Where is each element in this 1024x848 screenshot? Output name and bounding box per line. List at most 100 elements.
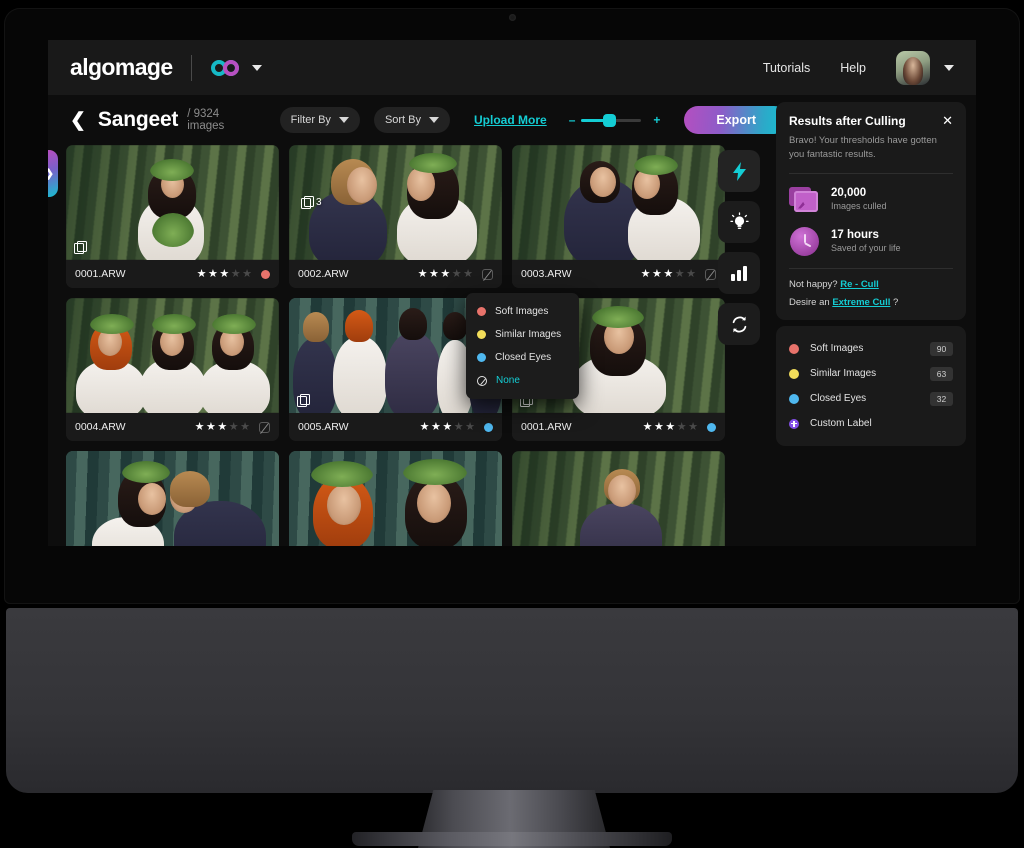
star-rating[interactable]: ★ ★ ★ ★ ★: [197, 268, 252, 280]
close-icon[interactable]: ✕: [942, 114, 953, 127]
file-name: 0003.ARW: [521, 268, 572, 280]
star-icon[interactable]: ★: [440, 268, 450, 280]
filter-by-dropdown[interactable]: Filter By: [279, 107, 360, 133]
star-icon[interactable]: ★: [229, 421, 239, 433]
photo-thumbnail[interactable]: [66, 451, 279, 546]
photo-grid[interactable]: 0001.ARW ★ ★ ★ ★ ★ 3 0002.ARW ★ ★ ★ ★ ★ …: [66, 145, 736, 546]
zoom-in-button[interactable]: +: [653, 113, 660, 127]
star-icon[interactable]: ★: [217, 421, 227, 433]
star-icon[interactable]: ★: [431, 421, 441, 433]
extreme-cull-link[interactable]: Extreme Cull: [832, 297, 890, 308]
star-icon[interactable]: ★: [429, 268, 439, 280]
table-row[interactable]: [66, 451, 279, 546]
photo-shape: [443, 312, 467, 340]
star-icon[interactable]: ★: [418, 268, 428, 280]
star-icon[interactable]: ★: [242, 268, 252, 280]
add-custom-label-icon[interactable]: [789, 418, 799, 429]
table-row[interactable]: [512, 451, 725, 546]
star-rating[interactable]: ★ ★ ★ ★ ★: [195, 421, 250, 433]
help-link[interactable]: Help: [840, 61, 866, 75]
star-icon[interactable]: ★: [643, 421, 653, 433]
photo-thumbnail[interactable]: [512, 145, 725, 260]
export-button[interactable]: Export: [684, 106, 788, 134]
status-badge[interactable]: [259, 421, 270, 433]
list-item[interactable]: Closed Eyes 32: [789, 388, 953, 409]
star-icon[interactable]: ★: [675, 268, 685, 280]
sort-by-dropdown[interactable]: Sort By: [373, 107, 451, 133]
star-icon[interactable]: ★: [420, 421, 430, 433]
star-icon[interactable]: ★: [688, 421, 698, 433]
workspace-switcher[interactable]: [210, 59, 262, 77]
divider: [789, 172, 953, 174]
table-row[interactable]: 0003.ARW ★ ★ ★ ★ ★: [512, 145, 725, 288]
recull-row: Not happy? Re - Cull: [789, 279, 953, 290]
table-row[interactable]: [289, 451, 502, 546]
star-icon[interactable]: ★: [463, 268, 473, 280]
status-badge[interactable]: [705, 268, 716, 280]
star-icon[interactable]: ★: [686, 268, 696, 280]
table-row[interactable]: 3 0002.ARW ★ ★ ★ ★ ★: [289, 145, 502, 288]
star-rating[interactable]: ★ ★ ★ ★ ★: [418, 268, 473, 280]
photo-thumbnail[interactable]: [289, 451, 502, 546]
star-icon[interactable]: ★: [197, 268, 207, 280]
menu-item-similar-images[interactable]: Similar Images: [466, 323, 579, 346]
star-rating[interactable]: ★ ★ ★ ★ ★: [420, 421, 475, 433]
star-icon[interactable]: ★: [641, 268, 651, 280]
star-icon[interactable]: ★: [652, 268, 662, 280]
photo-thumbnail[interactable]: [512, 451, 725, 546]
status-badge[interactable]: [484, 422, 493, 432]
photo-shape: [385, 332, 441, 413]
list-item[interactable]: Soft Images 90: [789, 338, 953, 359]
menu-item-soft-images[interactable]: Soft Images: [466, 300, 579, 323]
insights-button[interactable]: [718, 201, 760, 243]
thumbnail-size-slider[interactable]: – +: [569, 113, 661, 127]
star-icon[interactable]: ★: [442, 421, 452, 433]
photo-thumbnail[interactable]: [66, 298, 279, 413]
table-row[interactable]: 0004.ARW ★ ★ ★ ★ ★: [66, 298, 279, 441]
star-icon[interactable]: ★: [452, 268, 462, 280]
photo-shape: [122, 461, 170, 483]
slider-track[interactable]: [581, 113, 642, 127]
sidebar-expand-tab[interactable]: ❯: [48, 150, 58, 197]
star-icon[interactable]: ★: [663, 268, 673, 280]
status-badge[interactable]: [482, 268, 493, 280]
table-row[interactable]: 0001.ARW ★ ★ ★ ★ ★: [66, 145, 279, 288]
upload-more-link[interactable]: Upload More: [474, 113, 547, 127]
star-rating[interactable]: ★ ★ ★ ★ ★: [641, 268, 696, 280]
chevron-left-icon[interactable]: ❮: [70, 111, 86, 130]
zoom-out-button[interactable]: –: [569, 113, 576, 127]
tutorials-link[interactable]: Tutorials: [763, 61, 810, 75]
menu-item-none[interactable]: None: [466, 369, 579, 392]
star-icon[interactable]: ★: [208, 268, 218, 280]
star-icon[interactable]: ★: [206, 421, 216, 433]
chevron-down-icon[interactable]: [944, 64, 954, 71]
star-icon[interactable]: ★: [219, 268, 229, 280]
stat-label: Images culled: [831, 201, 887, 212]
photo-thumbnail[interactable]: [66, 145, 279, 260]
menu-item-closed-eyes[interactable]: Closed Eyes: [466, 346, 579, 369]
brand-logo[interactable]: algomage: [70, 54, 173, 81]
star-icon[interactable]: ★: [665, 421, 675, 433]
avatar[interactable]: [896, 50, 930, 85]
photo-stack-icon: [789, 184, 820, 215]
star-icon[interactable]: ★: [454, 421, 464, 433]
photo-thumbnail[interactable]: 3: [289, 145, 502, 260]
recull-prefix: Not happy?: [789, 278, 838, 290]
star-rating[interactable]: ★ ★ ★ ★ ★: [643, 421, 698, 433]
star-icon[interactable]: ★: [677, 421, 687, 433]
list-item-custom-label[interactable]: Custom Label: [789, 413, 953, 434]
star-icon[interactable]: ★: [195, 421, 205, 433]
star-icon[interactable]: ★: [654, 421, 664, 433]
star-icon[interactable]: ★: [240, 421, 250, 433]
star-icon[interactable]: ★: [465, 421, 475, 433]
list-item[interactable]: Similar Images 63: [789, 363, 953, 384]
status-badge[interactable]: [261, 269, 270, 279]
star-icon[interactable]: ★: [231, 268, 241, 280]
status-badge[interactable]: [707, 422, 716, 432]
slider-handle[interactable]: [603, 113, 617, 127]
refresh-button[interactable]: [718, 303, 760, 345]
statistics-button[interactable]: [718, 252, 760, 294]
quick-cull-button[interactable]: [718, 150, 760, 192]
label-dropdown-menu[interactable]: Soft Images Similar Images Closed Eyes N…: [466, 293, 579, 399]
re-cull-link[interactable]: Re - Cull: [840, 279, 879, 290]
